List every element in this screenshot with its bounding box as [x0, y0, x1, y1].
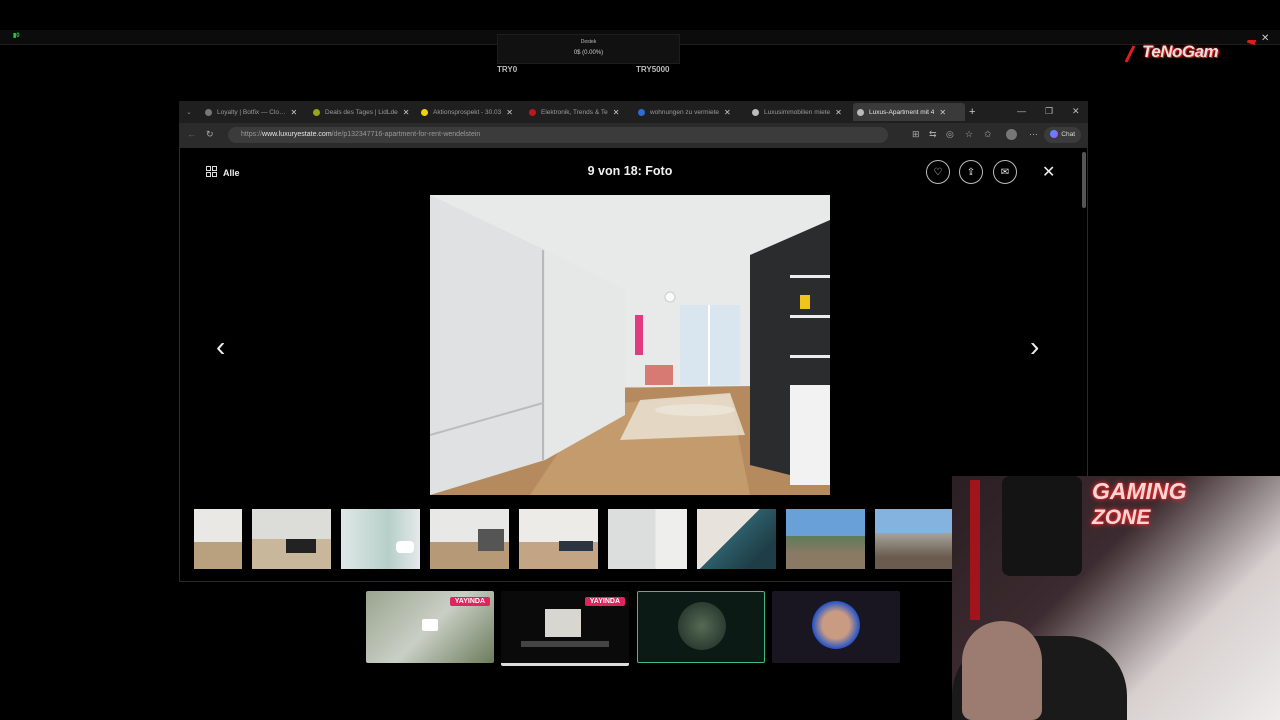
tab-title: Deals des Tages | LidLde	[325, 108, 398, 116]
copilot-icon	[1050, 130, 1059, 139]
status-indicator: ▮0	[13, 33, 20, 39]
browser-tab[interactable]: wohnungen zu vermiete ✕	[634, 103, 744, 121]
browser-tab[interactable]: Aktionsprospekt - 30.03 ✕	[417, 103, 521, 121]
stream-list: YAYINDA YAYINDA	[366, 591, 906, 666]
thumbnail[interactable]	[194, 509, 242, 569]
overlay-close-icon[interactable]: ✕	[1261, 33, 1269, 44]
donation-goal: Destek 0$ (0.00%)	[497, 34, 680, 64]
thumbnail[interactable]	[341, 509, 420, 569]
donation-min: TRY0	[497, 65, 518, 74]
avatar	[678, 602, 726, 650]
donation-value: 0$ (0.00%)	[573, 50, 604, 56]
tab-close-icon[interactable]: ✕	[506, 108, 513, 117]
browser-tab[interactable]: Elektronik, Trends & Te ✕	[525, 103, 629, 121]
mail-icon: ✉	[1000, 166, 1010, 178]
minimize-icon[interactable]: —	[1017, 106, 1026, 116]
stream-card[interactable]: YAYINDA	[501, 591, 629, 666]
stream-preview-strip	[521, 641, 609, 647]
share-button[interactable]: ⇪	[959, 160, 983, 184]
person-face	[962, 621, 1042, 720]
new-tab-icon[interactable]: +	[969, 103, 981, 121]
thumbnail[interactable]	[875, 509, 954, 569]
stream-logo: TeNoGam	[1124, 40, 1264, 68]
url-field[interactable]: https://www.luxuryestate.com/de/p1323477…	[228, 127, 888, 143]
share-icon: ⇪	[966, 166, 976, 178]
tab-title: Luxusimmobilien miete	[764, 108, 831, 116]
window-close-icon[interactable]: ✕	[1072, 106, 1080, 117]
tab-favicon-icon	[857, 108, 864, 116]
thumbnail[interactable]	[519, 509, 598, 569]
more-icon[interactable]: ⋯	[1029, 129, 1038, 140]
avatar	[812, 601, 860, 649]
live-badge: YAYINDA	[584, 597, 625, 606]
tab-close-icon[interactable]: ✕	[835, 108, 842, 117]
contact-button[interactable]: ✉	[993, 160, 1017, 184]
back-icon[interactable]: ←	[187, 129, 196, 139]
tab-title: Elektronik, Trends & Te	[541, 108, 608, 116]
browser-tab-bar: ⌄ Loyalty | Botfix — Clo… ✕ Deals des Tage…	[179, 101, 1088, 123]
thumbnail[interactable]	[608, 509, 687, 569]
tab-favicon-icon	[313, 108, 320, 116]
tab-favicon-icon	[638, 108, 645, 116]
thumbnail[interactable]	[252, 509, 331, 569]
browser-tab[interactable]: Luxus-Apartment mit 4 ✕	[853, 103, 965, 121]
profile-avatar[interactable]	[1006, 129, 1017, 140]
favorite-button[interactable]: ♡	[926, 160, 950, 184]
copilot-chat-button[interactable]: Chat	[1044, 127, 1081, 143]
browser-tab[interactable]: Loyalty | Botfix — Clo… ✕	[201, 103, 305, 121]
chair	[1002, 476, 1082, 576]
stream-preview	[545, 609, 581, 637]
tab-favicon-icon	[421, 108, 428, 116]
close-icon[interactable]: ✕	[1042, 162, 1055, 182]
chevron-right-icon[interactable]: ›	[1030, 331, 1039, 363]
page-scrollbar[interactable]	[1082, 152, 1086, 208]
stream-card-selected[interactable]	[637, 591, 765, 663]
address-bar: ← ↻ https://www.luxuryestate.com/de/p132…	[179, 123, 1088, 147]
tab-close-icon[interactable]: ✕	[403, 108, 410, 117]
stream-card[interactable]	[772, 591, 900, 663]
tab-close-icon[interactable]: ✕	[613, 108, 620, 117]
tab-list-icon[interactable]: ⌄	[182, 103, 196, 121]
stream-card[interactable]: YAYINDA	[366, 591, 494, 663]
message-icon	[422, 619, 438, 631]
stream-logo-text: TeNoGam	[1142, 42, 1219, 61]
tab-favicon-icon	[205, 108, 212, 116]
thumbnail-strip	[194, 509, 954, 569]
tab-title: Loyalty | Botfix — Clo…	[217, 108, 286, 116]
star-icon[interactable]: ☆	[965, 129, 973, 140]
tab-close-icon[interactable]: ✕	[939, 108, 946, 117]
live-badge: YAYINDA	[449, 597, 490, 606]
url-domain: www.luxuryestate.com	[262, 131, 332, 138]
translate-icon[interactable]: ⇆	[929, 129, 937, 140]
main-photo	[430, 195, 830, 495]
tab-close-icon[interactable]: ✕	[291, 108, 298, 117]
gaming-zone-sign-2: ZONE	[1092, 506, 1151, 529]
tab-title: wohnungen zu vermiete	[650, 108, 720, 116]
gaming-zone-sign: GAMING	[1092, 478, 1187, 504]
url-scheme: https://	[241, 131, 263, 138]
tab-title: Luxus-Apartment mit 4	[869, 108, 935, 116]
led-light	[970, 480, 980, 620]
tab-close-icon[interactable]: ✕	[724, 108, 731, 117]
chat-label: Chat	[1061, 131, 1075, 138]
apps-icon[interactable]: ⊞	[912, 129, 920, 140]
heart-icon: ♡	[933, 166, 943, 178]
webcam-feed: GAMING ZONE	[952, 476, 1280, 720]
thumbnail[interactable]	[697, 509, 776, 569]
favorites-icon[interactable]: ✩	[984, 129, 992, 140]
reload-icon[interactable]: ↻	[206, 129, 214, 140]
tab-favicon-icon	[529, 108, 536, 116]
browser-tab[interactable]: Luxusimmobilien miete ✕	[748, 103, 852, 121]
url-path: /de/p132347716-apartment-for-rent-wendel…	[331, 131, 481, 138]
chevron-left-icon[interactable]: ‹	[216, 331, 225, 363]
tab-favicon-icon	[752, 108, 759, 116]
thumbnail[interactable]	[430, 509, 509, 569]
browser-tab[interactable]: Deals des Tages | LidLde ✕	[309, 103, 413, 121]
maximize-icon[interactable]: ❐	[1045, 106, 1053, 117]
tracking-icon[interactable]: ◎	[946, 129, 954, 140]
donation-max: TRY5000	[636, 65, 670, 74]
donation-label: Destek	[580, 39, 597, 45]
thumbnail[interactable]	[786, 509, 865, 569]
tab-title: Aktionsprospekt - 30.03	[433, 108, 502, 116]
